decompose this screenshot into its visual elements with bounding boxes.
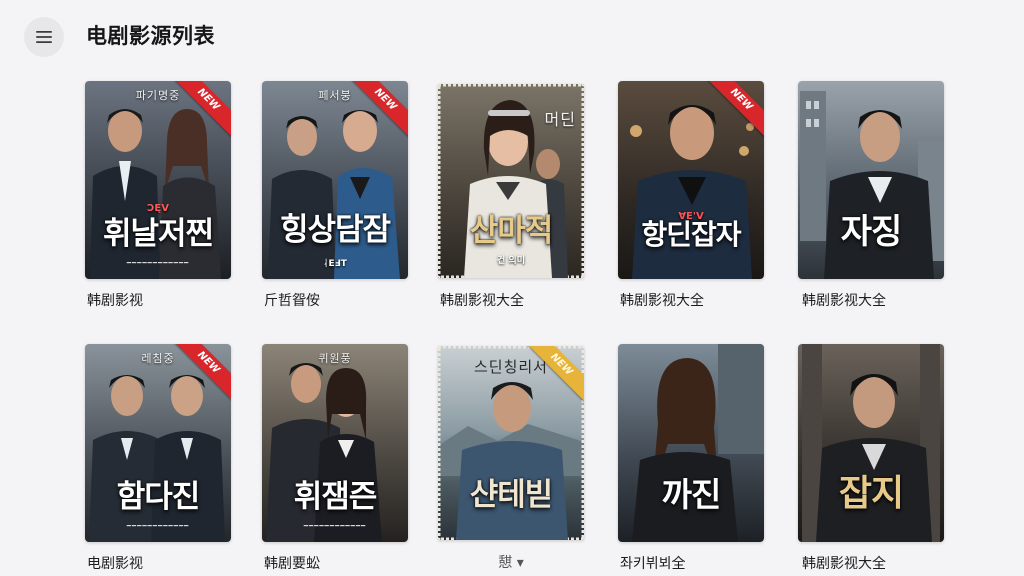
drama-poster[interactable]: 레침중 함다진 ━━━━━━━━━━━━ NEW <box>85 344 231 542</box>
poster-title: 휘잼즌 <box>293 479 378 515</box>
poster-credits: ━━━━━━━━━━━━ <box>303 522 367 530</box>
drama-poster[interactable]: 자징 <box>798 81 944 279</box>
drama-poster[interactable]: 까진 <box>618 344 764 542</box>
drama-caption[interactable]: 韩剧影视大全 <box>802 290 886 310</box>
drama-caption[interactable]: 좌키뷔뵈全 <box>620 553 686 573</box>
poster-title: 항딘잡자 <box>641 218 741 251</box>
drama-poster[interactable]: 잡지 <box>798 344 944 542</box>
poster-credits: ━━━━━━━━━━━━ <box>126 259 190 267</box>
drama-poster[interactable]: 파기명중 ƆĘV 휘날저찐 ━━━━━━━━━━━━ NEW <box>85 81 231 279</box>
poster-title: 자징 <box>840 212 903 252</box>
drama-poster[interactable]: 머딘 산마적 건 의미 <box>438 84 584 278</box>
drama-card[interactable]: 스딘칭리서 샨테빋 NEW 憇 ▾ <box>438 346 584 571</box>
drama-card[interactable]: ⱯE'V 항딘잡자 NEW 韩剧影视大全 <box>618 81 764 309</box>
poster-title: 잡지 <box>838 473 904 514</box>
drama-card[interactable]: 레침중 함다진 ━━━━━━━━━━━━ NEW 电剧影视 <box>85 344 231 572</box>
drama-caption[interactable]: 韩剧影视大全 <box>620 290 704 310</box>
poster-title: 힝상담잠 <box>279 212 391 248</box>
poster-title: 샨테빋 <box>469 477 554 513</box>
drama-caption[interactable]: 韩剧影视 <box>87 290 143 310</box>
drama-grid: 파기명중 ƆĘV 휘날저찐 ━━━━━━━━━━━━ NEW 韩剧影视 페서붕 … <box>0 0 1024 576</box>
drama-card[interactable]: 퀴원풍 휘잼즌 ━━━━━━━━━━━━ 韩剧要蚣 <box>262 344 408 572</box>
drama-card[interactable]: 자징 韩剧影视大全 <box>798 81 944 309</box>
poster-top-text: 머딘 <box>544 110 576 129</box>
drama-card[interactable]: 머딘 산마적 건 의미 韩剧影视大全 <box>438 84 584 309</box>
drama-caption[interactable]: 憇 ▾ <box>438 552 584 572</box>
drama-poster[interactable]: ⱯE'V 항딘잡자 NEW <box>618 81 764 279</box>
poster-tag: ᛆEℲT <box>323 259 347 269</box>
poster-title: 까진 <box>661 475 722 514</box>
drama-card[interactable]: 잡지 韩剧影视大全 <box>798 344 944 572</box>
poster-title: 휘날저찐 <box>102 216 214 252</box>
poster-title: 함다진 <box>116 479 201 515</box>
drama-poster[interactable]: 퀴원풍 휘잼즌 ━━━━━━━━━━━━ <box>262 344 408 542</box>
drama-card[interactable]: 까진 좌키뷔뵈全 <box>618 344 764 572</box>
drama-caption[interactable]: 韩剧影视大全 <box>440 290 524 310</box>
drama-caption[interactable]: 韩剧影视大全 <box>802 553 886 573</box>
drama-caption[interactable]: 斤哲眢侒 <box>264 290 320 310</box>
drama-poster[interactable]: 스딘칭리서 샨테빋 NEW <box>438 346 584 540</box>
poster-tag: 건 의미 <box>497 256 525 266</box>
poster-top-text: 퀴원풍 <box>318 352 352 365</box>
drama-card[interactable]: 파기명중 ƆĘV 휘날저찐 ━━━━━━━━━━━━ NEW 韩剧影视 <box>85 81 231 309</box>
drama-card[interactable]: 페서붕 힝상담잠 ᛆEℲT NEW 斤哲眢侒 <box>262 81 408 309</box>
drama-poster[interactable]: 페서붕 힝상담잠 ᛆEℲT NEW <box>262 81 408 279</box>
poster-title: 산마적 <box>469 213 554 249</box>
poster-credits: ━━━━━━━━━━━━ <box>126 522 190 530</box>
drama-caption[interactable]: 电剧影视 <box>87 553 143 573</box>
drama-caption[interactable]: 韩剧要蚣 <box>264 553 320 573</box>
